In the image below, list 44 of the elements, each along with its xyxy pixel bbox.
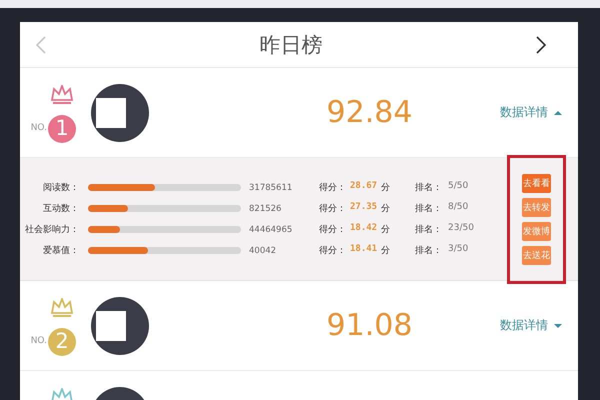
action-button[interactable]: 去转发 — [522, 198, 551, 216]
metric-label: 互动数： — [42, 202, 80, 215]
caret-icon — [554, 322, 562, 328]
score-unit: 分 — [381, 182, 390, 194]
metric-label: 社会影响力： — [24, 224, 80, 236]
rank-badge: 1 — [48, 114, 76, 142]
score-label: 得分： — [319, 244, 346, 257]
metric-label: 阅读数： — [42, 182, 80, 194]
metric-value: 821526 — [248, 204, 282, 214]
metric-label: 爱慕值： — [42, 244, 80, 257]
metric-score: 27.35 — [350, 202, 378, 214]
action-button[interactable]: 发微博 — [522, 222, 551, 240]
metric-score: 18.41 — [350, 244, 378, 256]
board-title: 昨日榜 — [260, 32, 322, 58]
rank-prefix: NO. — [30, 336, 47, 346]
metric-score: 18.42 — [350, 223, 378, 235]
data-details-toggle[interactable]: 数据详情 — [500, 104, 562, 121]
metric-rank: 3/50 — [448, 244, 468, 256]
score-unit: 分 — [381, 244, 390, 257]
next-button[interactable] — [534, 34, 548, 54]
score-unit: 分 — [381, 224, 390, 236]
metric-rank: 23/50 — [448, 223, 474, 235]
score-unit: 分 — [381, 202, 390, 215]
caret-icon — [554, 110, 562, 116]
metric-score: 28.67 — [350, 181, 378, 193]
rank-prefix: NO. — [30, 122, 47, 132]
rank-badge: 2 — [48, 328, 76, 356]
total-score: 92.84 — [326, 95, 414, 130]
action-button[interactable]: 去送花 — [522, 246, 551, 264]
rank-label: 排名： — [415, 182, 442, 194]
data-details-toggle[interactable]: 数据详情 — [500, 317, 562, 334]
score-label: 得分： — [319, 202, 346, 215]
metric-value: 44464965 — [248, 224, 294, 234]
metric-rank: 8/50 — [448, 202, 468, 214]
metric-rank: 5/50 — [448, 181, 468, 193]
rank-label: 排名： — [415, 244, 442, 257]
rank-label: 排名： — [415, 224, 442, 236]
score-label: 得分： — [319, 224, 346, 236]
rank-label: 排名： — [415, 202, 442, 215]
score-label: 得分： — [319, 182, 346, 194]
action-button[interactable]: 去看看 — [522, 174, 551, 192]
metric-value: 31785611 — [248, 182, 294, 192]
metric-value: 40042 — [248, 246, 278, 256]
total-score: 91.08 — [326, 308, 414, 343]
